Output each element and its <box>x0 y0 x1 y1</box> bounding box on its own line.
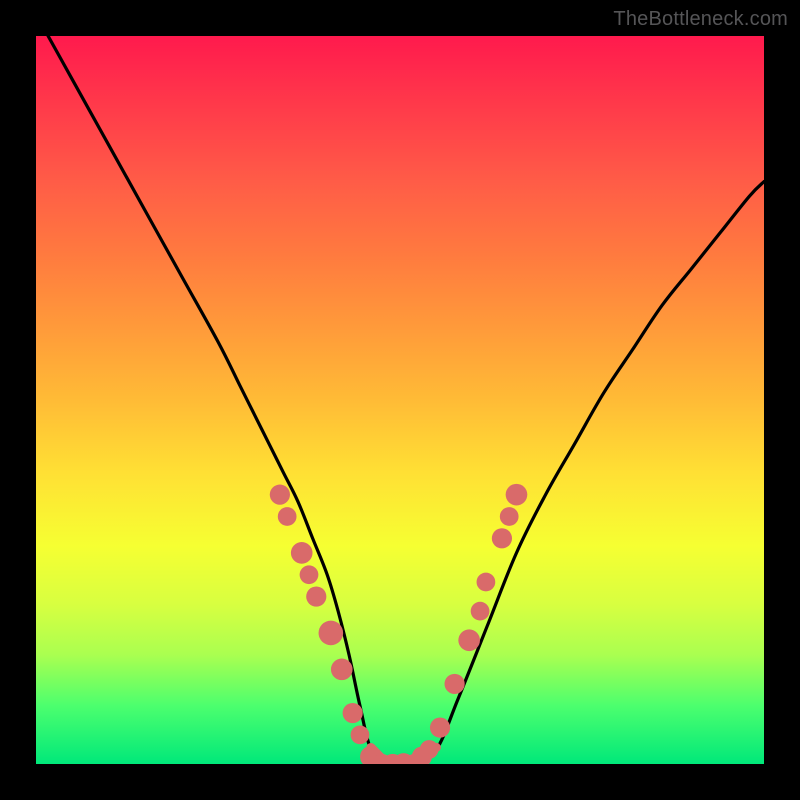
chart-plot-area <box>36 36 764 764</box>
marker-dot <box>278 507 297 526</box>
marker-dot <box>270 485 290 505</box>
chart-frame: TheBottleneck.com <box>0 0 800 800</box>
chart-overlay <box>36 36 764 764</box>
marker-dot <box>500 507 519 526</box>
marker-dot <box>477 573 496 592</box>
marker-dot <box>420 740 439 759</box>
marker-dot <box>445 674 465 694</box>
curve-path <box>36 36 764 764</box>
marker-dot <box>343 703 363 723</box>
marker-dot <box>306 586 326 606</box>
marker-dot <box>351 726 370 745</box>
marker-dot <box>492 528 512 548</box>
marker-dot <box>291 542 313 564</box>
watermark-text: TheBottleneck.com <box>613 8 788 31</box>
marker-dot <box>331 659 353 681</box>
marker-dot <box>471 602 490 621</box>
marker-dot <box>506 484 528 506</box>
marker-dot <box>300 565 319 584</box>
marker-dot <box>319 621 344 646</box>
marker-dot <box>430 718 450 738</box>
marker-dot <box>458 629 480 651</box>
